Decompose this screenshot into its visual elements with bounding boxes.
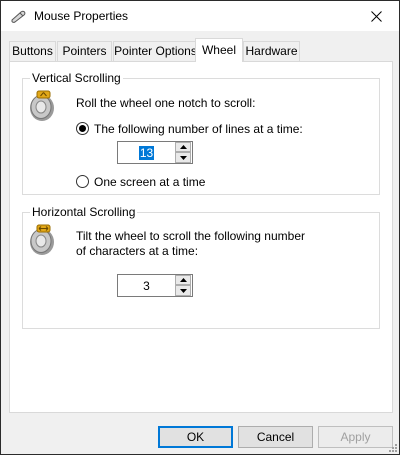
horizontal-scrolling-label: Horizontal Scrolling: [30, 205, 138, 219]
tab-hardware[interactable]: Hardware: [243, 41, 300, 61]
vertical-scrolling-group: Vertical Scrolling Roll the wheel one no…: [22, 71, 380, 195]
lines-radio[interactable]: [76, 122, 89, 135]
lines-spinner[interactable]: 13: [117, 141, 193, 164]
tab-pointer-options[interactable]: Pointer Options: [113, 41, 198, 61]
cancel-button[interactable]: Cancel: [238, 426, 313, 448]
one-screen-radio[interactable]: [76, 175, 89, 188]
ok-button[interactable]: OK: [158, 426, 233, 448]
tab-pointers[interactable]: Pointers: [57, 41, 112, 61]
chars-value: 3: [143, 278, 150, 293]
scroll-wheel-icon: [30, 90, 54, 121]
lines-value-field[interactable]: 13: [118, 142, 175, 163]
lines-spin-buttons: [175, 142, 192, 163]
lines-decrement-button[interactable]: [175, 152, 191, 163]
one-screen-radio-label[interactable]: One screen at a time: [94, 175, 205, 189]
tab-strip: Buttons Pointers Pointer Options Wheel H…: [9, 38, 393, 62]
mouse-icon: [11, 10, 26, 23]
lines-value: 13: [138, 145, 155, 160]
resize-grip-icon[interactable]: [387, 442, 397, 452]
tab-wheel[interactable]: Wheel: [195, 38, 243, 62]
close-button[interactable]: [353, 1, 399, 31]
horizontal-description-line1: Tilt the wheel to scroll the following n…: [76, 229, 305, 243]
tab-buttons[interactable]: Buttons: [9, 41, 56, 61]
chars-value-field[interactable]: 3: [118, 275, 175, 296]
chars-increment-button[interactable]: [175, 275, 191, 285]
chars-spin-buttons: [175, 275, 192, 296]
arrow-down-icon: [179, 155, 187, 160]
horizontal-scrolling-group: Horizontal Scrolling Tilt the wheel to s…: [22, 205, 380, 329]
tilt-wheel-icon: [30, 224, 54, 255]
mouse-properties-dialog: Mouse Properties Buttons Pointers Pointe…: [0, 0, 400, 455]
lines-increment-button[interactable]: [175, 142, 191, 152]
apply-button[interactable]: Apply: [318, 426, 393, 448]
chars-decrement-button[interactable]: [175, 285, 191, 296]
chars-spinner[interactable]: 3: [117, 274, 193, 297]
window-title: Mouse Properties: [34, 9, 129, 23]
arrow-down-icon: [179, 288, 187, 293]
vertical-scrolling-label: Vertical Scrolling: [30, 71, 123, 85]
wheel-tab-panel: Vertical Scrolling Roll the wheel one no…: [9, 61, 393, 413]
vertical-description: Roll the wheel one notch to scroll:: [76, 96, 256, 110]
arrow-up-icon: [179, 278, 187, 282]
horizontal-description-line2: of characters at a time:: [76, 244, 199, 258]
arrow-up-icon: [179, 145, 187, 149]
title-bar: Mouse Properties: [1, 1, 399, 31]
close-icon: [370, 10, 382, 22]
lines-radio-label[interactable]: The following number of lines at a time:: [94, 122, 303, 136]
